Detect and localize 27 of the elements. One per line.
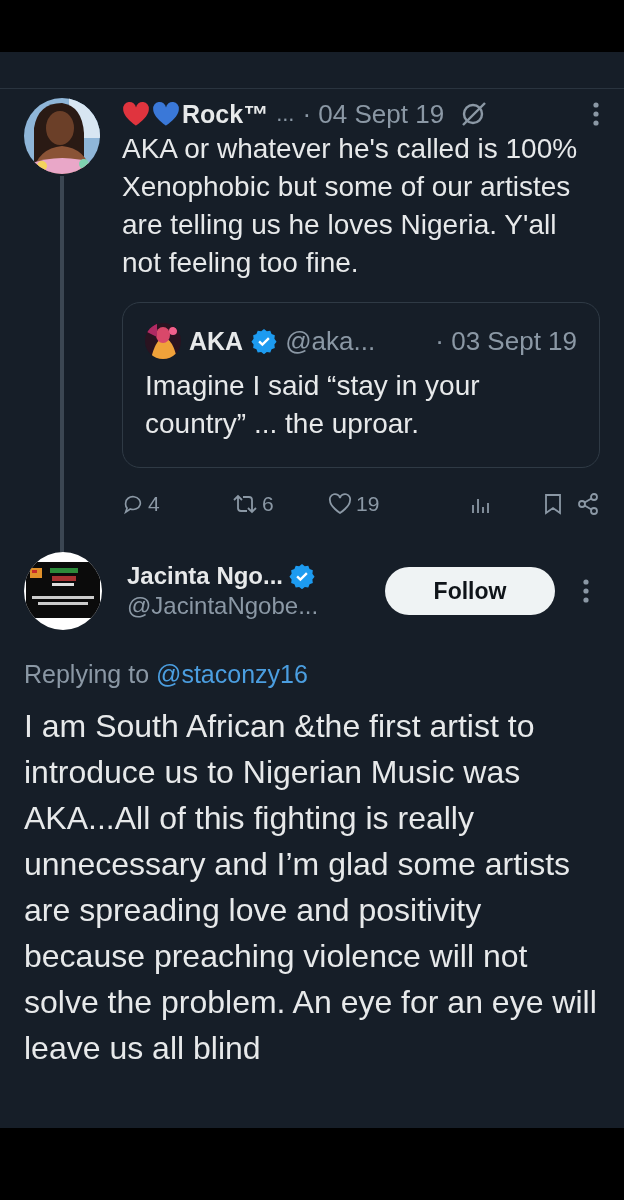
- quoted-user-name[interactable]: AKA: [189, 326, 244, 356]
- bookmark-icon[interactable]: [544, 493, 562, 515]
- repost-icon[interactable]: [232, 493, 258, 515]
- quoted-tweet-text: Imagine I said “stay in your country” ... the uproar.: [145, 369, 481, 441]
- more-options-icon[interactable]: [582, 578, 590, 604]
- follow-button[interactable]: Follow: [385, 567, 555, 615]
- quoted-tweet-date[interactable]: · 03 Sept 19: [435, 325, 577, 357]
- heart-icon: [122, 101, 150, 127]
- action-count: 19: [356, 492, 380, 516]
- heart-icon[interactable]: [328, 493, 352, 515]
- share-icon[interactable]: [576, 492, 600, 516]
- user-name[interactable]: Jacinta Ngo...: [127, 562, 284, 590]
- user-handle[interactable]: @JacintaNgobe...: [127, 592, 367, 620]
- reply-text: I am South African &the first artist to introduce us to Nigerian Music was AKA...All of this fighting is really unnecessary and I’m glad some artists are spreading love and positivity because preaching violence will not solve the problem. An eye for an eye will leave us all blind: [24, 707, 598, 1068]
- user-name[interactable]: Rock™: [182, 99, 269, 129]
- mention-link[interactable]: @staconzy16: [156, 660, 308, 688]
- heart-icon: [152, 101, 180, 127]
- action-count: 4: [148, 492, 160, 516]
- quoted-user-handle[interactable]: @aka...: [285, 325, 376, 357]
- more-options-icon[interactable]: [592, 101, 600, 127]
- tweet-date[interactable]: · 04 Sept 19: [302, 98, 445, 130]
- quoted-tweet-card[interactable]: AKA @aka... · 03 Sept 19 Imagine I said “stay in your country” ... the uproar.: [122, 302, 600, 468]
- comment-icon[interactable]: [122, 493, 144, 515]
- action-count: 6: [262, 492, 274, 516]
- tweet-text: AKA or whatever he's called is 100% Xenophobic but some of our artistes are telling us he loves Nigeria. Y'all not feeling too fine.: [122, 132, 579, 280]
- name-ellipsis: ...: [276, 101, 295, 127]
- replying-to-text: Replying to @staconzy16: [24, 660, 309, 689]
